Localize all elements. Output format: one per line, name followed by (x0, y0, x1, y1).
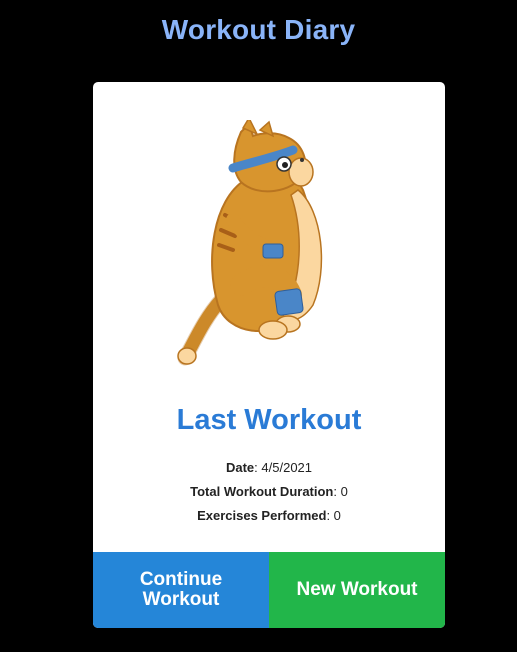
last-workout-card: Last Workout Date: 4/5/2021 Total Workou… (93, 82, 445, 628)
stat-exercises: Exercises Performed: 0 (197, 508, 341, 523)
stat-duration-label: Total Workout Duration (190, 484, 334, 499)
new-workout-button[interactable]: New Workout (269, 552, 445, 628)
stat-date: Date: 4/5/2021 (225, 460, 313, 475)
stat-duration-value: 0 (340, 484, 348, 499)
stat-exercises-label: Exercises Performed (197, 508, 327, 523)
last-workout-heading: Last Workout (176, 404, 362, 436)
stat-duration: Total Workout Duration: 0 (190, 484, 348, 499)
continue-workout-button[interactable]: Continue Workout (93, 552, 269, 628)
stat-exercises-value: 0 (333, 508, 341, 523)
app-title: Workout Diary (161, 14, 356, 45)
workout-stats: Date: 4/5/2021 Total Workout Duration: 0… (93, 456, 445, 528)
stat-date-value: 4/5/2021 (261, 460, 313, 475)
cat-exercising-icon (177, 120, 323, 366)
action-buttons: Continue Workout New Workout (93, 552, 445, 628)
stat-date-label: Date (225, 460, 255, 475)
